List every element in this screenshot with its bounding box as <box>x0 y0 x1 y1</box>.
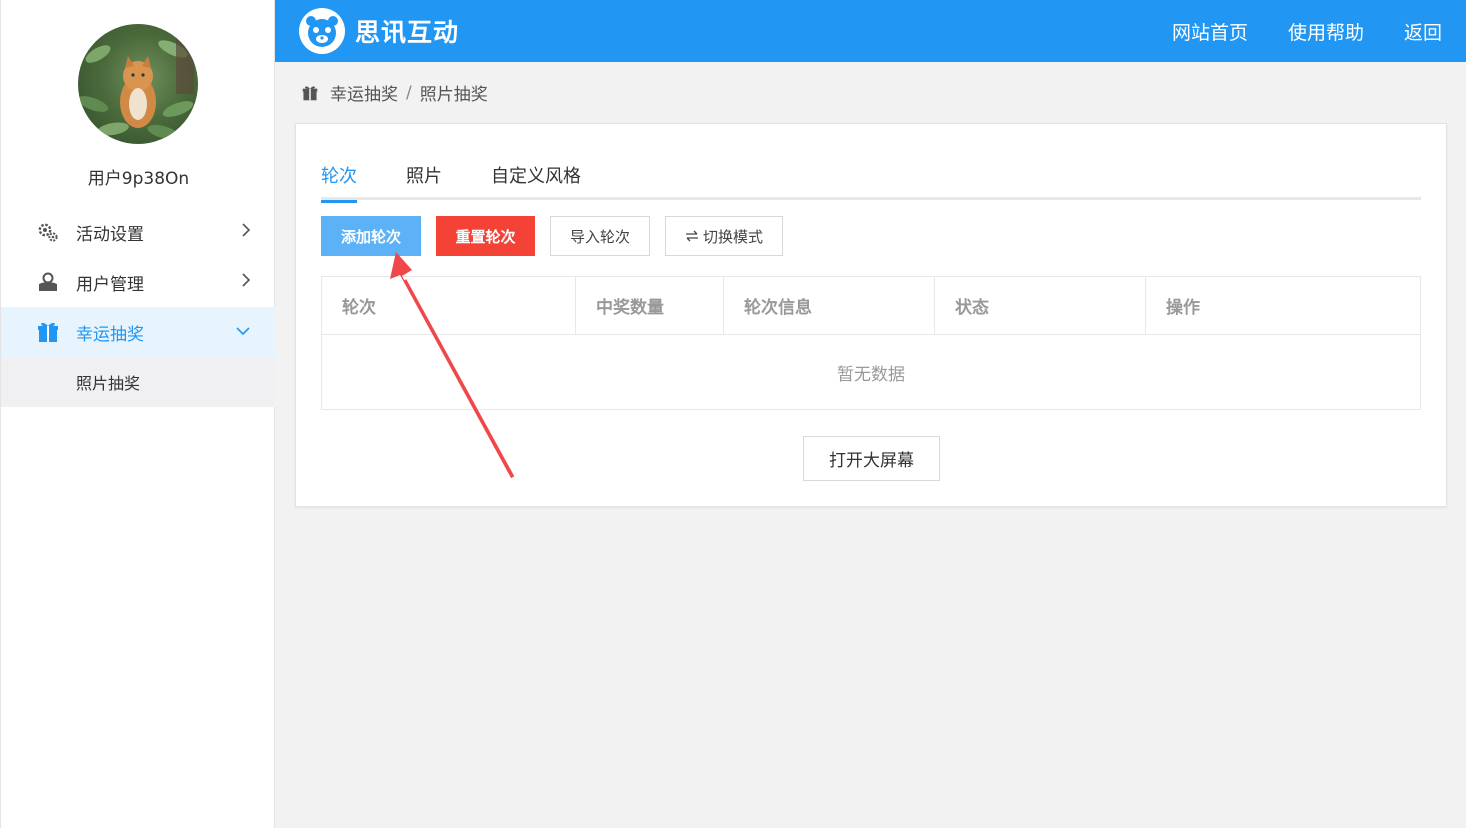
switch-mode-button[interactable]: 切换模式 <box>665 216 783 256</box>
rounds-table: 轮次 中奖数量 轮次信息 状态 操作 暂无数据 <box>321 276 1421 410</box>
sidebar-menu: 活动设置 用户管理 幸运抽奖 照片抽奖 <box>1 207 275 407</box>
brand[interactable]: 思讯互动 <box>299 8 459 54</box>
chevron-right-icon <box>241 272 251 292</box>
bear-logo-icon <box>299 8 345 54</box>
column-header: 中奖数量 <box>576 277 724 334</box>
brand-name: 思讯互动 <box>355 18 460 47</box>
avatar-cat-image <box>78 24 194 140</box>
breadcrumb: 幸运抽奖 / 照片抽奖 <box>302 80 488 105</box>
top-nav: 网站首页 使用帮助 返回 <box>1132 0 1442 62</box>
sidebar: 用户9p38On 活动设置 用户管理 幸运抽奖 照片抽奖 <box>0 0 275 828</box>
sidebar-item-activity-settings[interactable]: 活动设置 <box>1 207 275 257</box>
nav-home-link[interactable]: 网站首页 <box>1172 18 1248 45</box>
switch-mode-label: 切换模式 <box>702 227 763 246</box>
breadcrumb-item[interactable]: 幸运抽奖 <box>330 80 398 105</box>
user-icon <box>37 271 59 293</box>
gift-icon <box>37 321 59 343</box>
breadcrumb-item-current: 照片抽奖 <box>419 85 488 105</box>
tab-rounds[interactable]: 轮次 <box>321 162 357 203</box>
empty-state-text: 暂无数据 <box>837 364 905 385</box>
avatar <box>78 24 198 144</box>
column-header: 操作 <box>1166 298 1200 318</box>
nav-help-link[interactable]: 使用帮助 <box>1288 18 1364 45</box>
chevron-right-icon <box>241 222 251 242</box>
sidebar-item-label: 活动设置 <box>76 224 144 245</box>
column-header: 轮次 <box>322 277 576 334</box>
tab-custom-style[interactable]: 自定义风格 <box>491 162 581 200</box>
nav-back-link[interactable]: 返回 <box>1404 18 1442 45</box>
column-header: 轮次信息 <box>724 277 935 334</box>
sidebar-item-label: 用户管理 <box>76 274 144 295</box>
top-header: 思讯互动 网站首页 使用帮助 返回 <box>275 0 1466 62</box>
add-round-button[interactable]: 添加轮次 <box>321 216 421 256</box>
sidebar-item-lucky-draw[interactable]: 幸运抽奖 <box>1 307 275 357</box>
gear-icon <box>37 221 59 243</box>
sidebar-subitem-label: 照片抽奖 <box>76 374 141 393</box>
swap-arrows-icon <box>685 230 699 242</box>
tab-bar: 轮次 照片 自定义风格 <box>321 162 1421 203</box>
column-header: 状态 <box>935 277 1146 334</box>
gift-icon <box>302 85 318 101</box>
main-card: 轮次 照片 自定义风格 添加轮次 重置轮次 导入轮次 切换模式 轮次 中奖数量 … <box>295 123 1447 507</box>
sidebar-item-label: 幸运抽奖 <box>76 324 144 345</box>
open-big-screen-button[interactable]: 打开大屏幕 <box>803 436 940 481</box>
sidebar-item-user-management[interactable]: 用户管理 <box>1 257 275 307</box>
breadcrumb-separator: / <box>406 82 412 103</box>
reset-round-button[interactable]: 重置轮次 <box>436 216 535 256</box>
chevron-down-icon <box>235 324 251 340</box>
tab-photos[interactable]: 照片 <box>406 162 442 200</box>
import-round-button[interactable]: 导入轮次 <box>550 216 650 256</box>
sidebar-subitem-photo-draw[interactable]: 照片抽奖 <box>1 357 275 407</box>
table-header: 轮次 中奖数量 轮次信息 状态 操作 <box>322 277 1420 335</box>
username: 用户9p38On <box>87 169 190 189</box>
